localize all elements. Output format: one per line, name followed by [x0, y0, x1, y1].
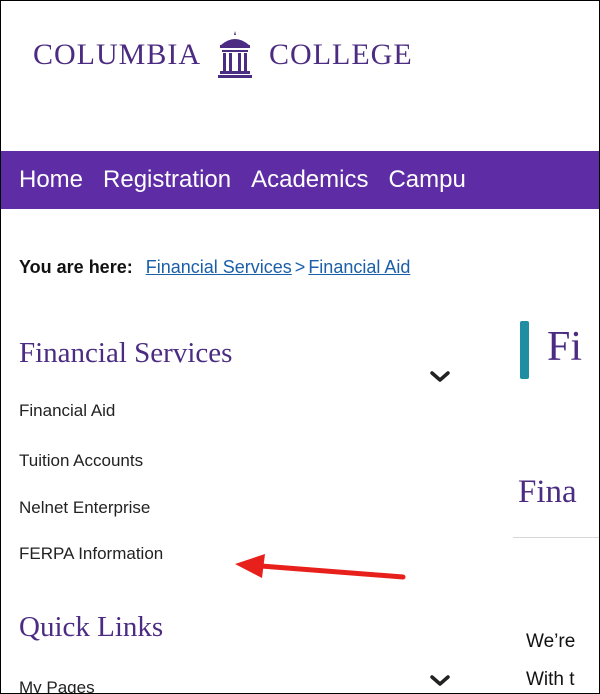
breadcrumb-link-financial-services[interactable]: Financial Services	[146, 257, 292, 277]
logo-text-right: COLLEGE	[269, 38, 413, 71]
body-paragraph-2: With t	[526, 669, 575, 690]
sidebar-heading-quick-links[interactable]: Quick Links	[19, 611, 163, 644]
breadcrumb-lead: You are here:	[19, 257, 133, 277]
nav-item-campus[interactable]: Campu	[388, 166, 465, 194]
browser-page: COLUMBIA COLLEGE Home Registration Acade…	[0, 0, 600, 694]
title-accent-bar	[520, 321, 529, 379]
body-paragraph-1: We’re	[526, 631, 576, 652]
nav-item-academics[interactable]: Academics	[251, 166, 368, 194]
sidebar-heading-financial-services[interactable]: Financial Services	[19, 337, 232, 370]
section-title: Fina	[518, 474, 577, 510]
red-arrow-icon	[235, 554, 406, 580]
nav-item-registration[interactable]: Registration	[103, 166, 231, 194]
page-title: Fi	[547, 324, 583, 370]
breadcrumb: You are here: Financial Services > Financi…	[19, 257, 410, 278]
breadcrumb-separator: >	[294, 257, 306, 277]
sidebar-item-financial-aid[interactable]: Financial Aid	[19, 401, 115, 421]
sidebar-item-ferpa-information[interactable]: FERPA Information	[19, 544, 163, 564]
sidebar-item-tuition-accounts[interactable]: Tuition Accounts	[19, 451, 143, 471]
section-divider	[513, 537, 599, 538]
main-nav: Home Registration Academics Campu	[1, 151, 599, 209]
gazebo-icon	[215, 29, 255, 81]
breadcrumb-link-financial-aid[interactable]: Financial Aid	[308, 257, 410, 277]
sidebar-item-nelnet-enterprise[interactable]: Nelnet Enterprise	[19, 498, 150, 518]
logo-text-left: COLUMBIA	[33, 38, 202, 71]
chevron-down-icon[interactable]	[429, 673, 451, 689]
sidebar-item-my-pages[interactable]: My Pages	[19, 678, 95, 693]
nav-item-home[interactable]: Home	[19, 166, 83, 194]
chevron-down-icon[interactable]	[429, 369, 451, 385]
college-logo[interactable]: COLUMBIA COLLEGE	[33, 25, 413, 85]
